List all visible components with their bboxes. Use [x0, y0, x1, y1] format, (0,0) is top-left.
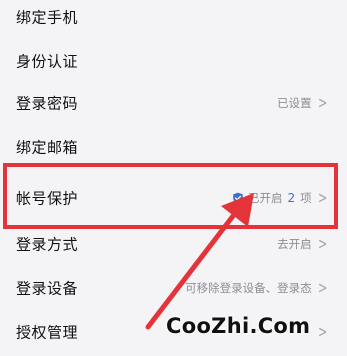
- protection-count-unit: 项: [300, 191, 312, 205]
- settings-item-bind-phone[interactable]: 绑定手机: [0, 0, 347, 44]
- settings-item-label: 授权管理: [16, 323, 79, 342]
- chevron-right-icon: >: [317, 93, 327, 112]
- settings-item-label: 绑定手机: [16, 8, 79, 27]
- settings-item-label: 绑定邮箱: [16, 138, 79, 157]
- settings-item-label: 身份认证: [16, 52, 79, 71]
- settings-item-value: >: [316, 324, 329, 340]
- settings-item-bind-email[interactable]: 绑定邮箱: [0, 125, 347, 169]
- settings-item-identity-verification[interactable]: 身份认证: [0, 39, 347, 83]
- chevron-right-icon: >: [317, 188, 327, 207]
- watermark-text: CooZhi.Com: [166, 314, 311, 338]
- login-password-status: 已设置: [277, 96, 312, 110]
- login-devices-hint: 可移除登录设备、登录态: [185, 281, 312, 295]
- settings-item-value: 已设置 >: [277, 95, 329, 111]
- shield-check-icon: [233, 192, 243, 204]
- settings-item-label: 登录方式: [16, 235, 79, 254]
- settings-item-value: 可移除登录设备、登录态 >: [185, 280, 329, 296]
- settings-item-login-password[interactable]: 登录密码 已设置 >: [0, 81, 347, 125]
- settings-item-login-devices[interactable]: 登录设备 可移除登录设备、登录态 >: [0, 266, 347, 310]
- chevron-right-icon: >: [317, 322, 327, 341]
- protection-count: 2: [287, 191, 296, 205]
- protection-status-text: 已开启: [247, 191, 283, 205]
- chevron-right-icon: >: [317, 234, 327, 253]
- settings-item-label: 帐号保护: [16, 189, 79, 208]
- login-method-status: 去开启: [277, 237, 312, 251]
- settings-item-label: 登录密码: [16, 94, 79, 113]
- settings-item-value: 去开启 >: [277, 236, 329, 252]
- settings-item-value: 已开启 2 项 >: [232, 190, 329, 206]
- settings-item-label: 登录设备: [16, 279, 79, 298]
- settings-item-login-method[interactable]: 登录方式 去开启 >: [0, 222, 347, 266]
- chevron-right-icon: >: [317, 278, 327, 297]
- settings-item-account-protection[interactable]: 帐号保护 已开启 2 项 >: [0, 176, 347, 220]
